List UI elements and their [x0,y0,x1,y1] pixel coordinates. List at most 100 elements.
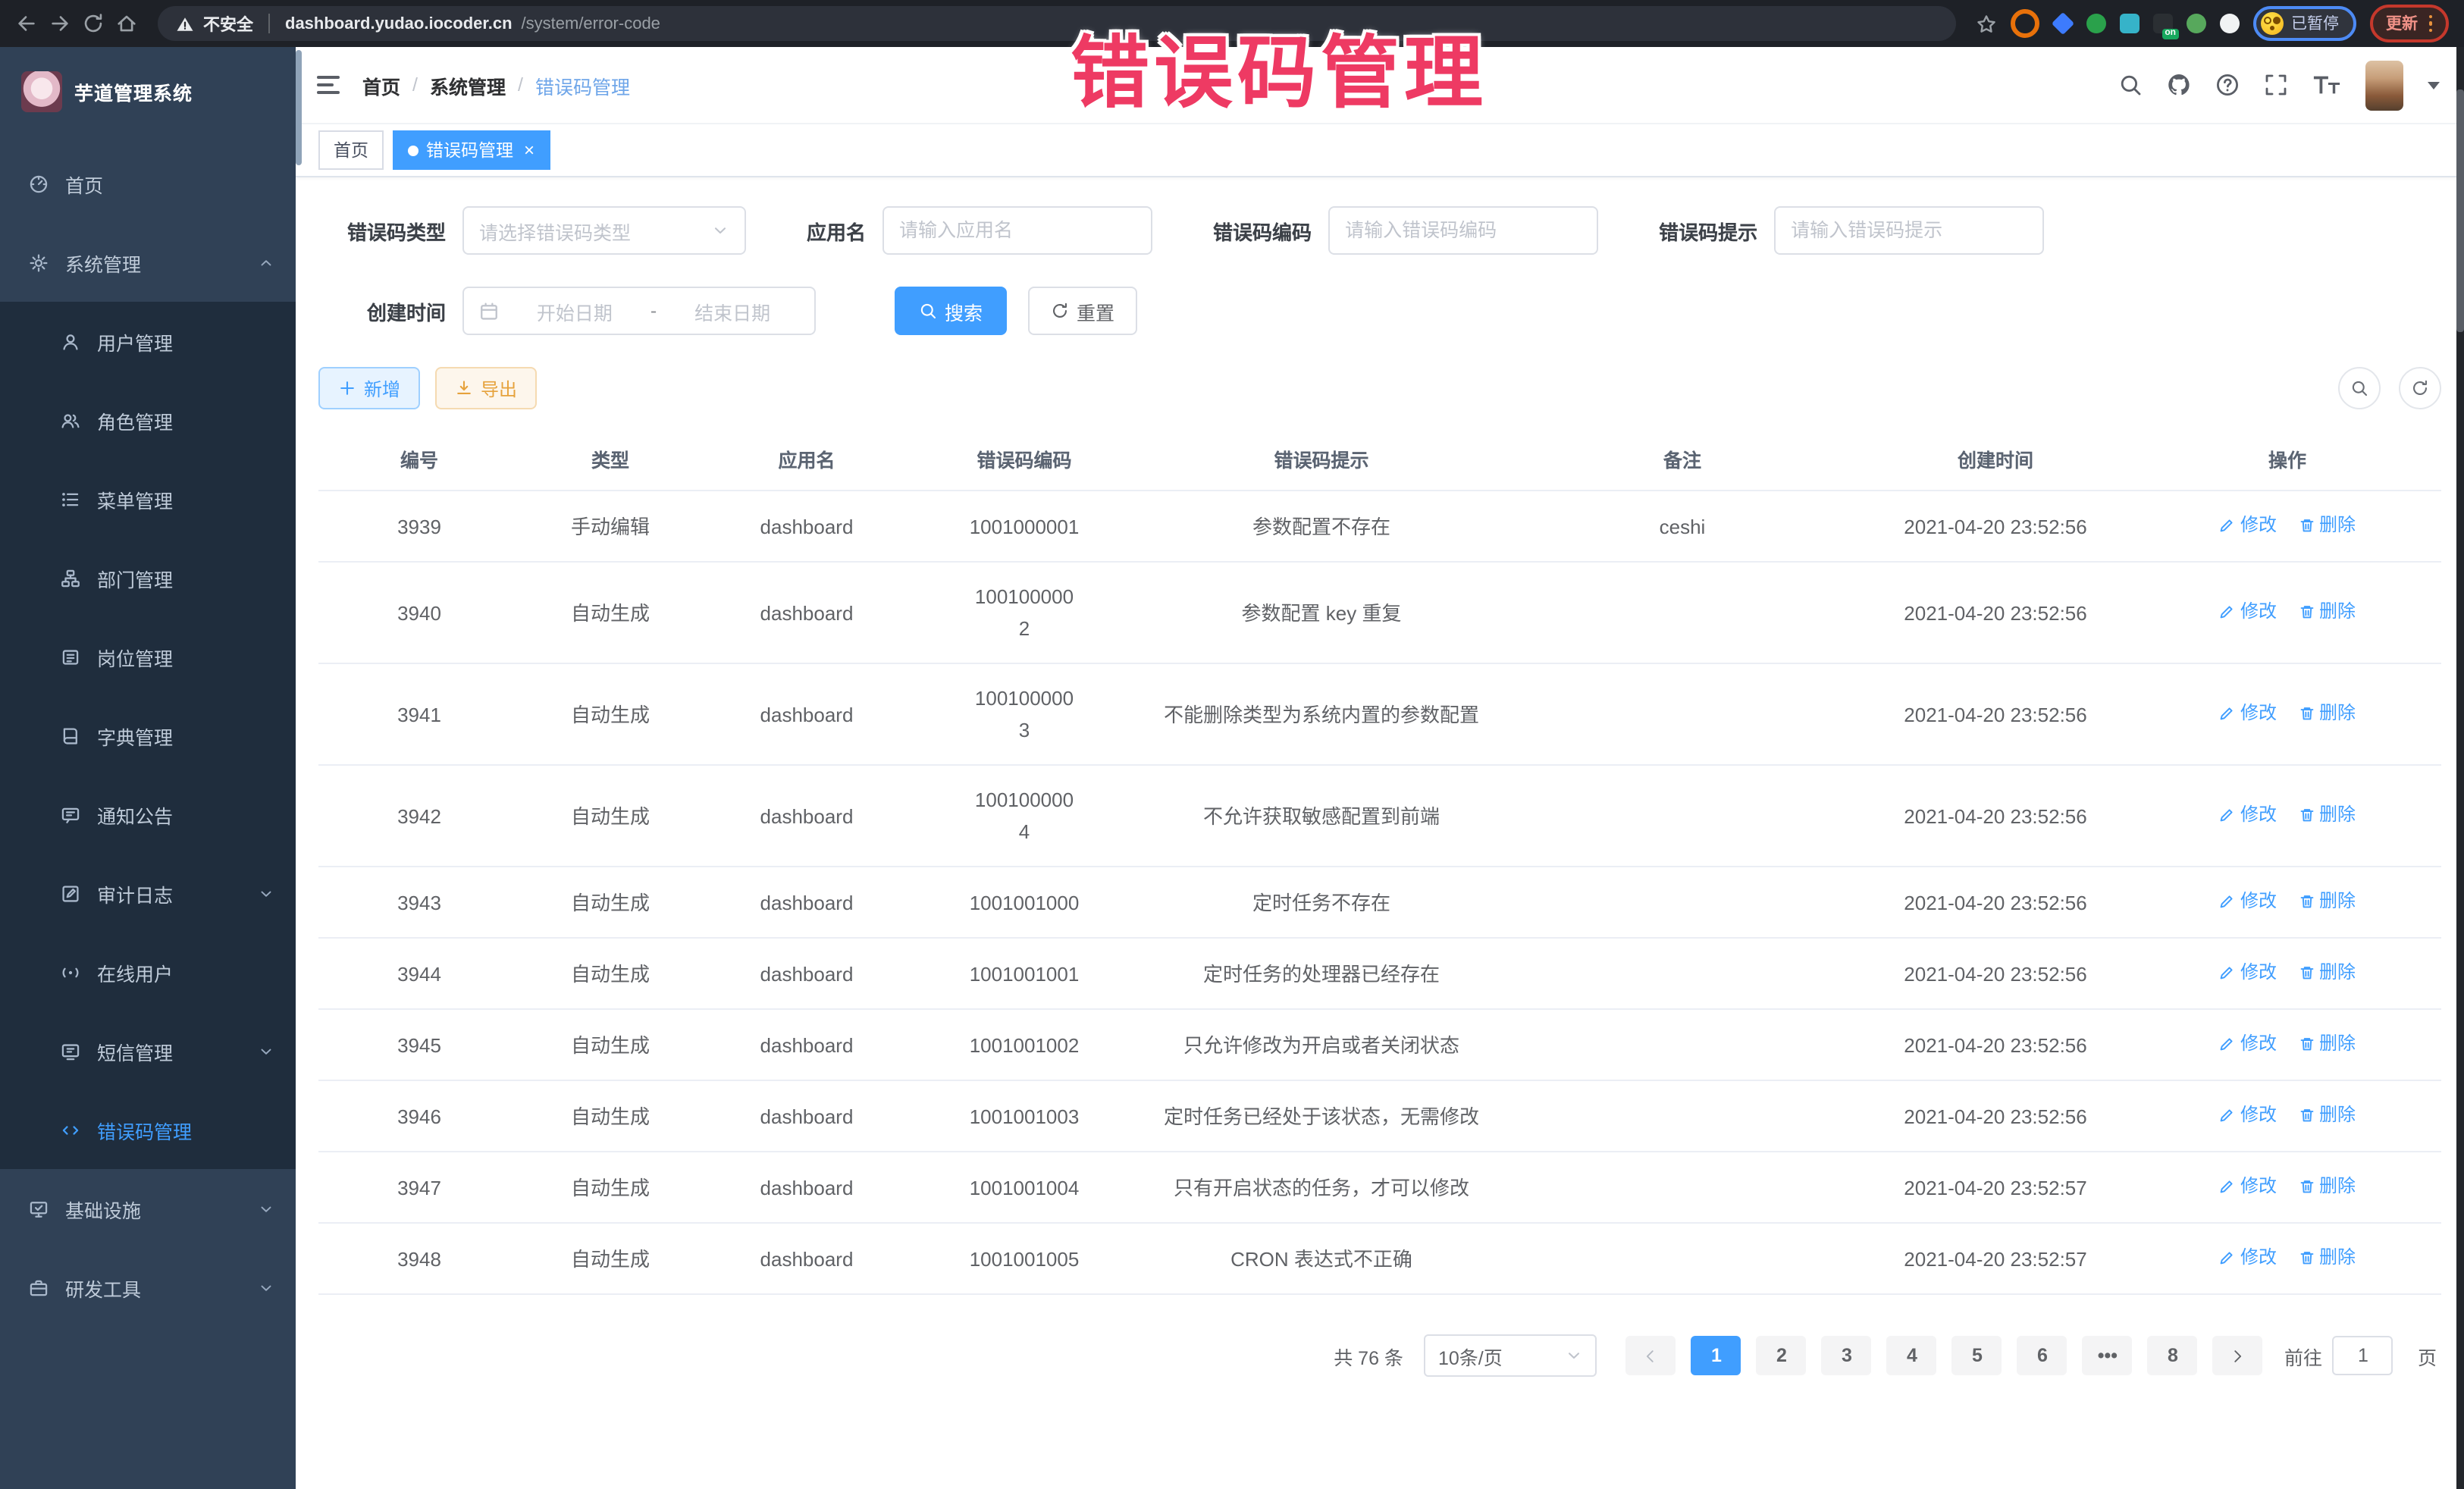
sidebar-item-label: 部门管理 [97,563,173,592]
sidebar-scrollbar[interactable] [296,50,302,165]
page-button-3[interactable]: 3 [1822,1336,1872,1375]
edit-link[interactable]: 修改 [2219,1099,2277,1131]
page-button-5[interactable]: 5 [1952,1336,2002,1375]
column-header: 错误码提示 [1136,431,1507,491]
cell-type: 自动生成 [520,867,701,938]
reload-icon[interactable] [82,12,105,35]
reset-button[interactable]: 重置 [1028,287,1137,335]
goto-page-input[interactable] [2333,1336,2393,1375]
user-avatar[interactable] [2365,60,2403,110]
delete-link[interactable]: 删除 [2298,886,2356,917]
edit-link[interactable]: 修改 [2219,799,2277,831]
delete-link[interactable]: 删除 [2298,697,2356,729]
delete-link[interactable]: 删除 [2298,1171,2356,1202]
hamburger-icon[interactable] [317,76,340,94]
font-size-icon[interactable] [2312,73,2341,97]
sidebar-item-system[interactable]: 系统管理 [0,223,296,302]
github-icon[interactable] [2167,73,2191,97]
delete-link[interactable]: 删除 [2298,509,2356,541]
hide-search-button[interactable] [2338,367,2381,409]
sidebar-item-home[interactable]: 首页 [0,144,296,223]
add-button[interactable]: 新增 [318,367,420,409]
page-size-select[interactable]: 10条/页 [1425,1334,1597,1377]
date-range-input[interactable]: 开始日期 - 结束日期 [462,287,816,335]
help-icon[interactable] [2215,73,2240,97]
next-page-button[interactable] [2213,1336,2263,1375]
tools-icon [29,1277,49,1297]
delete-link[interactable]: 删除 [2298,1099,2356,1131]
page-button-4[interactable]: 4 [1887,1336,1937,1375]
search-icon[interactable] [2118,73,2143,97]
page-scrollbar[interactable] [2456,47,2464,1489]
input-error-hint[interactable] [1774,206,2044,255]
bookmark-star-icon[interactable] [1976,13,1997,34]
page-button-8[interactable]: 8 [2148,1336,2198,1375]
search-button[interactable]: 搜索 [895,287,1007,335]
input-app-name[interactable] [882,206,1152,255]
sidebar-item-menu[interactable]: 菜单管理 [0,459,296,538]
tree-icon [61,568,80,588]
home-icon[interactable] [115,12,138,35]
sidebar-item-post[interactable]: 岗位管理 [0,617,296,696]
extension-puzzle-icon[interactable] [2220,14,2240,33]
delete-link[interactable]: 删除 [2298,1242,2356,1274]
page-button-6[interactable]: 6 [2017,1336,2067,1375]
page-button-1[interactable]: 1 [1691,1336,1741,1375]
edit-link[interactable]: 修改 [2219,957,2277,989]
export-button[interactable]: 导出 [435,367,537,409]
fullscreen-icon[interactable] [2264,73,2288,97]
sidebar-item-user[interactable]: 用户管理 [0,302,296,381]
edit-link[interactable]: 修改 [2219,1171,2277,1202]
back-icon[interactable] [15,12,38,35]
sidebar-item-notice[interactable]: 通知公告 [0,775,296,854]
delete-link[interactable]: 删除 [2298,799,2356,831]
sidebar-item-audit-log[interactable]: 审计日志 [0,854,296,933]
sidebar-item-dept[interactable]: 部门管理 [0,538,296,617]
tab-error-code[interactable]: 错误码管理× [393,130,550,170]
page-button-2[interactable]: 2 [1757,1336,1807,1375]
profile-status-label: 已暂停 [2291,12,2339,35]
extension-key-icon[interactable] [2187,14,2206,33]
delete-link[interactable]: 删除 [2298,957,2356,989]
select-error-code-type[interactable]: 请选择错误码类型 [462,206,746,255]
avatar-caret-icon[interactable] [2428,81,2440,89]
edit-link[interactable]: 修改 [2219,697,2277,729]
input-error-code[interactable] [1328,206,1598,255]
edit-link[interactable]: 修改 [2219,886,2277,917]
extension-onoff-icon[interactable]: on [2153,14,2173,33]
breadcrumb-item[interactable]: 系统管理 [430,71,506,99]
trash-icon [2298,603,2315,620]
edit-link[interactable]: 修改 [2219,1242,2277,1274]
url-bar[interactable]: 不安全 dashboard.yudao.iocoder.cn/system/er… [158,6,1956,41]
browser-menu-icon[interactable] [2428,15,2432,33]
cell-time: 2021-04-20 23:52:56 [1857,1080,2133,1152]
edit-link[interactable]: 修改 [2219,1028,2277,1060]
refresh-table-button[interactable] [2399,367,2441,409]
forward-icon[interactable] [49,12,71,35]
sidebar-item-dict[interactable]: 字典管理 [0,696,296,775]
sidebar-item-infra[interactable]: 基础设施 [0,1169,296,1248]
close-icon[interactable]: × [524,141,534,159]
delete-link[interactable]: 删除 [2298,1028,2356,1060]
cell-code: 1001001003 [913,1080,1136,1152]
browser-profile-chip[interactable]: 已暂停 [2253,6,2356,41]
edit-link[interactable]: 修改 [2219,596,2277,628]
edit-link[interactable]: 修改 [2219,509,2277,541]
browser-update-button[interactable]: 更新 [2369,5,2449,42]
more-pages-button[interactable]: ••• [2083,1336,2133,1375]
sidebar-item-error-code[interactable]: 错误码管理 [0,1090,296,1169]
extension-grid-icon[interactable] [2120,14,2140,33]
prev-page-button[interactable] [1626,1336,1676,1375]
extension-orange-ring-icon[interactable] [2011,9,2039,38]
sidebar-item-sms[interactable]: 短信管理 [0,1011,296,1090]
extension-blue-gem-icon[interactable] [2052,12,2074,35]
extension-green-check-icon[interactable] [2086,14,2106,33]
sidebar-item-online-user[interactable]: 在线用户 [0,933,296,1011]
breadcrumb-item[interactable]: 首页 [362,71,400,99]
cell-type: 自动生成 [520,562,701,663]
sidebar-item-role[interactable]: 角色管理 [0,381,296,459]
tab-home[interactable]: 首页 [318,130,384,170]
security-label[interactable]: 不安全 [203,11,253,36]
sidebar-item-dev-tools[interactable]: 研发工具 [0,1248,296,1327]
delete-link[interactable]: 删除 [2298,596,2356,628]
